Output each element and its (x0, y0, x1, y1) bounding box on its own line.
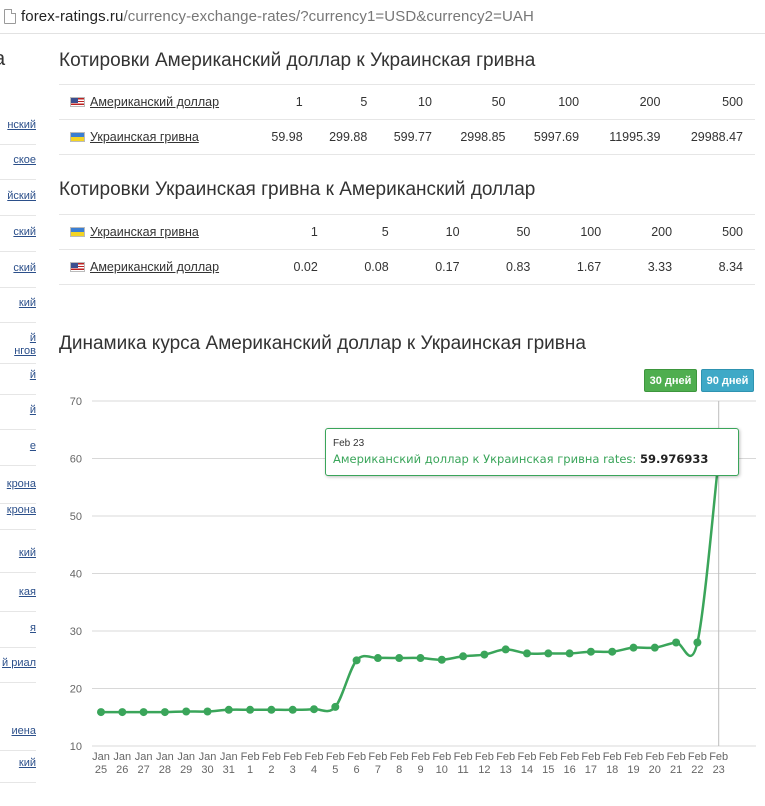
data-point (416, 654, 425, 663)
x-tick-label: Jan 25 (92, 751, 110, 776)
data-point (693, 638, 702, 647)
data-point (310, 705, 318, 714)
y-tick-label: 30 (70, 626, 82, 638)
x-tick-label: Feb 16 (560, 751, 579, 776)
data-point (650, 643, 659, 652)
x-tick-label: Feb 15 (539, 751, 558, 776)
x-tick-label: Feb 6 (347, 751, 366, 776)
data-point (373, 654, 382, 663)
x-tick-label: Jan 27 (135, 751, 153, 776)
data-point (395, 654, 404, 663)
x-tick-label: Jan 30 (199, 751, 217, 776)
x-tick-label: Feb 21 (667, 751, 686, 776)
data-point (608, 647, 617, 656)
x-tick-label: Feb 18 (603, 751, 622, 776)
data-point (352, 656, 361, 665)
y-tick-label: 70 (70, 396, 82, 408)
chart-tooltip: Feb 23 Американский доллар к Украинская … (325, 428, 739, 476)
x-tick-label: Feb 22 (688, 751, 707, 776)
data-point (501, 645, 510, 654)
tooltip-date: Feb 23 (333, 438, 365, 449)
data-point (544, 649, 553, 658)
data-point (523, 649, 531, 658)
x-tick-label: Feb 2 (262, 751, 281, 776)
data-point (139, 708, 148, 717)
x-tick-label: Feb 1 (241, 751, 260, 776)
data-point (246, 705, 255, 714)
x-tick-label: Feb 17 (581, 751, 600, 776)
data-point (672, 638, 681, 647)
x-tick-label: Feb 7 (368, 751, 387, 776)
x-tick-label: Feb 20 (645, 751, 664, 776)
data-point (288, 705, 297, 714)
data-point (586, 647, 595, 656)
data-point (118, 708, 127, 717)
x-tick-label: Jan 26 (113, 751, 131, 776)
y-tick-label: 50 (70, 511, 82, 523)
data-point (267, 705, 276, 714)
y-tick-label: 60 (70, 454, 82, 466)
tooltip-value: 59.976933 (639, 452, 709, 466)
x-tick-label: Feb 5 (326, 751, 345, 776)
x-tick-label: Feb 3 (283, 751, 302, 776)
data-point (331, 702, 340, 711)
x-tick-label: Feb 23 (709, 751, 728, 776)
data-point (480, 650, 489, 659)
rate-chart[interactable]: 10203040506070Jan 25Jan 26Jan 27Jan 28Jan 29J… (0, 0, 765, 806)
x-tick-label: Feb 12 (475, 751, 494, 776)
data-point (160, 708, 169, 717)
data-point (565, 649, 574, 658)
data-point (437, 655, 446, 664)
x-tick-label: Feb 13 (496, 751, 515, 776)
x-tick-label: Feb 8 (390, 751, 409, 776)
x-tick-label: Feb 11 (454, 751, 473, 776)
y-tick-label: 10 (70, 741, 82, 753)
y-tick-label: 40 (70, 569, 82, 581)
data-point (629, 643, 638, 652)
data-point (182, 707, 191, 716)
x-tick-label: Feb 4 (305, 751, 324, 776)
y-tick-label: 20 (70, 684, 82, 696)
x-tick-label: Feb 19 (624, 751, 643, 776)
tooltip-text: Американский доллар к Украинская гривна … (333, 452, 709, 466)
data-point (97, 708, 105, 717)
x-tick-label: Jan 28 (156, 751, 174, 776)
series-line (101, 458, 720, 714)
data-point (224, 705, 233, 714)
x-tick-label: Feb 10 (432, 751, 451, 776)
x-tick-label: Feb 14 (518, 751, 537, 776)
data-point (203, 707, 212, 716)
x-tick-label: Jan 31 (220, 751, 238, 776)
data-point (459, 652, 468, 661)
x-tick-label: Feb 9 (411, 751, 430, 776)
x-tick-label: Jan 29 (177, 751, 195, 776)
